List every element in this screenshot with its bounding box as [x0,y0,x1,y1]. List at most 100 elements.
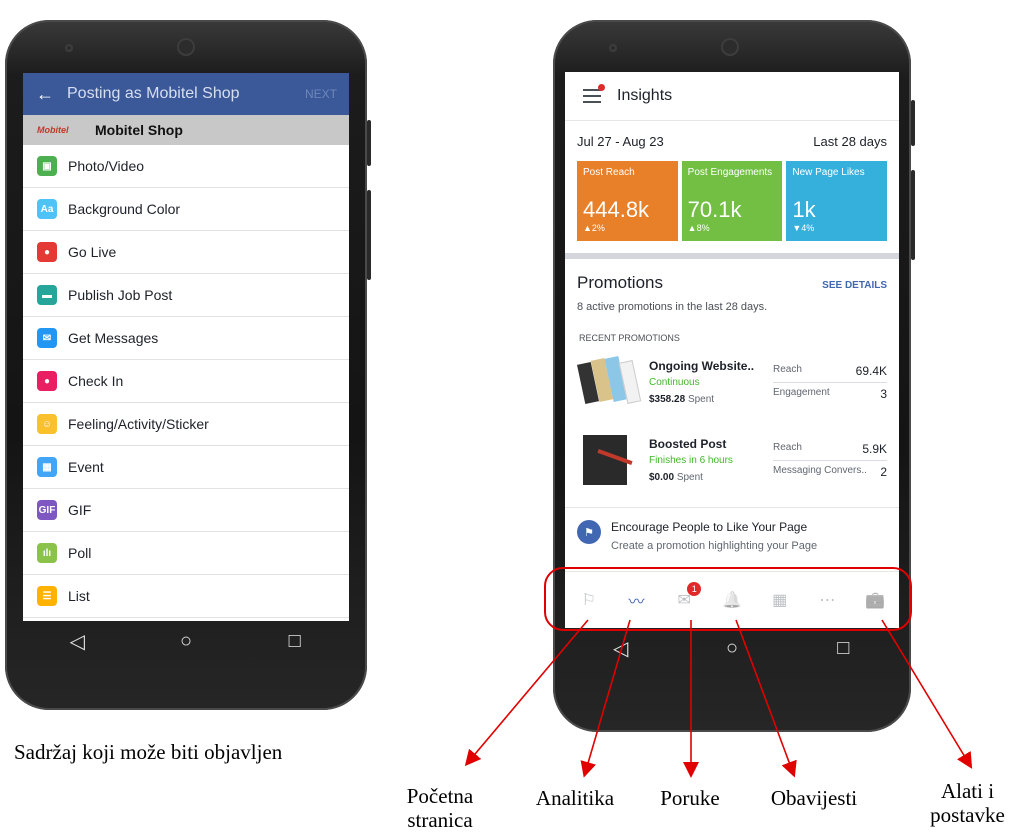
encourage-title: Encourage People to Like Your Page [611,520,808,534]
page-logo: Mobitel [37,125,69,135]
stat-label: Reach [773,363,802,375]
label-notifications: Obavijesti [770,786,858,810]
post-option-label: Poll [68,545,92,561]
post-option-label: Feeling/Activity/Sticker [68,416,209,432]
post-option-item[interactable]: ● Check In [23,360,349,403]
metric-tile[interactable]: New Page Likes 1k ▼4% [786,161,888,241]
stat-value: 5.9K [862,441,887,456]
post-option-item[interactable]: ▣ Photo/Video [23,145,349,188]
post-option-item[interactable]: ☺ Feeling/Activity/Sticker [23,403,349,446]
page-title: Insights [617,87,673,104]
promotion-thumbnail-phone [577,431,639,489]
metric-tile[interactable]: Post Reach 444.8k ▲2% [577,161,678,241]
post-option-item[interactable]: ✉ Get Messages [23,317,349,360]
promotion-row[interactable]: Ongoing Website.. Continuous $358.28 Spe… [565,343,899,421]
promotion-row[interactable]: Boosted Post Finishes in 6 hours $0.00 S… [565,421,899,499]
post-option-label: Event [68,459,104,475]
poll-icon: ılı [37,543,57,563]
nav-home-icon[interactable]: ○ [166,630,206,653]
post-option-item[interactable]: ▬ Publish Job Post [23,274,349,317]
post-option-label: Background Color [68,201,181,217]
post-option-label: Get Messages [68,330,159,346]
smiley-icon: ☺ [37,414,57,434]
promotion-thumbnail-phones [576,353,642,411]
post-option-label: List [68,588,90,604]
stat-value: 2 [880,464,887,479]
notification-dot [598,84,605,91]
nav-back-icon[interactable]: ◁ [601,636,641,661]
next-button[interactable]: NEXT [305,87,349,101]
menu-icon[interactable] [583,84,605,103]
label-tools: Alati i postavke [930,779,1005,827]
promotion-amount: $358.28 [649,394,686,405]
calendar-icon: ▦ [37,457,57,477]
label-home: Početna stranica [406,784,474,832]
promotions-subtitle: 8 active promotions in the last 28 days. [577,301,768,313]
right-phone: Insights Jul 27 - Aug 23 Last 28 days Po… [553,20,915,732]
briefcase-icon: ▬ [37,285,57,305]
metric-change: ▼4% [792,223,815,233]
post-option-item[interactable]: ☰ List [23,575,349,618]
promotions-header: Promotions SEE DETAILS [565,259,899,293]
promotion-name: Boosted Post [649,437,727,451]
period-selector[interactable]: Last 28 days [813,134,887,149]
nav-recent-icon[interactable]: □ [275,630,315,653]
metric-value: 70.1k [687,197,742,222]
stat-label: Engagement [773,386,830,398]
metric-label: New Page Likes [792,167,865,178]
promotions-title: Promotions [577,273,663,292]
background-color-icon: Aa [37,199,57,219]
tools-briefcase-icon[interactable]: 💼 [858,590,892,610]
nav-home-icon[interactable]: ○ [712,637,752,660]
left-caption: Sadržaj koji može biti objavljen [14,740,283,764]
front-camera [177,38,195,56]
speaker-dot [609,44,617,52]
promotion-status: Continuous [649,377,700,388]
post-option-label: Go Live [68,244,117,260]
metric-change: ▲2% [583,223,605,233]
messages-icon[interactable]: ✉ 1 [667,582,702,610]
see-details-link[interactable]: SEE DETAILS [822,280,887,291]
metric-value: 444.8k [583,197,650,222]
photo-icon: ▣ [37,156,57,176]
stat-value: 3 [880,386,887,401]
post-option-label: Photo/Video [68,158,145,174]
metric-value: 1k [792,197,816,222]
front-camera [721,38,739,56]
insights-chart-icon[interactable]: 〰 [620,588,654,612]
messages-badge: 1 [687,582,702,596]
promotion-name: Ongoing Website.. [649,359,755,373]
date-range[interactable]: Jul 27 - Aug 23 [577,134,664,149]
promotion-spent-label: Spent [676,472,703,483]
metric-label: Post Reach [583,167,635,178]
post-option-item[interactable]: ılı Poll [23,532,349,575]
messenger-icon: ✉ [37,328,57,348]
metric-tile[interactable]: Post Engagements 70.1k ▲8% [681,161,783,241]
back-arrow-icon[interactable]: ← [23,84,67,105]
pages-grid-icon[interactable]: ▦ [763,590,797,610]
home-flag-icon[interactable]: ⚐ [572,590,606,610]
nav-recent-icon[interactable]: □ [823,637,863,660]
stat-value: 69.4K [855,363,887,378]
promotion-spent-label: Spent [687,394,715,405]
promotion-stats: Reach 5.9K Messaging Convers.. 2 [773,438,887,483]
post-option-label: Check In [68,373,124,389]
nav-back-icon[interactable]: ◁ [57,629,97,654]
post-option-item[interactable]: Aa Background Color [23,188,349,231]
speaker-dot [65,44,73,52]
post-option-item[interactable]: GIF GIF [23,489,349,532]
more-icon[interactable]: ⋯ [810,590,844,610]
encourage-likes-card[interactable]: ⚑ Encourage People to Like Your Page Cre… [565,507,899,552]
stat-label: Reach [773,441,802,453]
android-nav-bar: ◁ ○ □ [565,628,899,668]
promotion-stats: Reach 69.4K Engagement 3 [773,360,887,405]
post-option-label: GIF [68,502,92,518]
left-screen: ← Posting as Mobitel Shop NEXT Mobitel M… [23,73,349,621]
page-identity-bar: Mobitel Mobitel Shop [23,115,349,145]
promotion-status: Finishes in 6 hours [649,455,733,466]
post-option-item[interactable]: ● Go Live [23,231,349,274]
encourage-subtitle: Create a promotion highlighting your Pag… [611,540,818,552]
post-option-item[interactable]: ▦ Event [23,446,349,489]
notifications-bell-icon[interactable]: 🔔 [715,590,749,610]
bottom-tab-bar: ⚐ 〰 ✉ 1 🔔 ▦ ⋯ 💼 [565,571,899,628]
